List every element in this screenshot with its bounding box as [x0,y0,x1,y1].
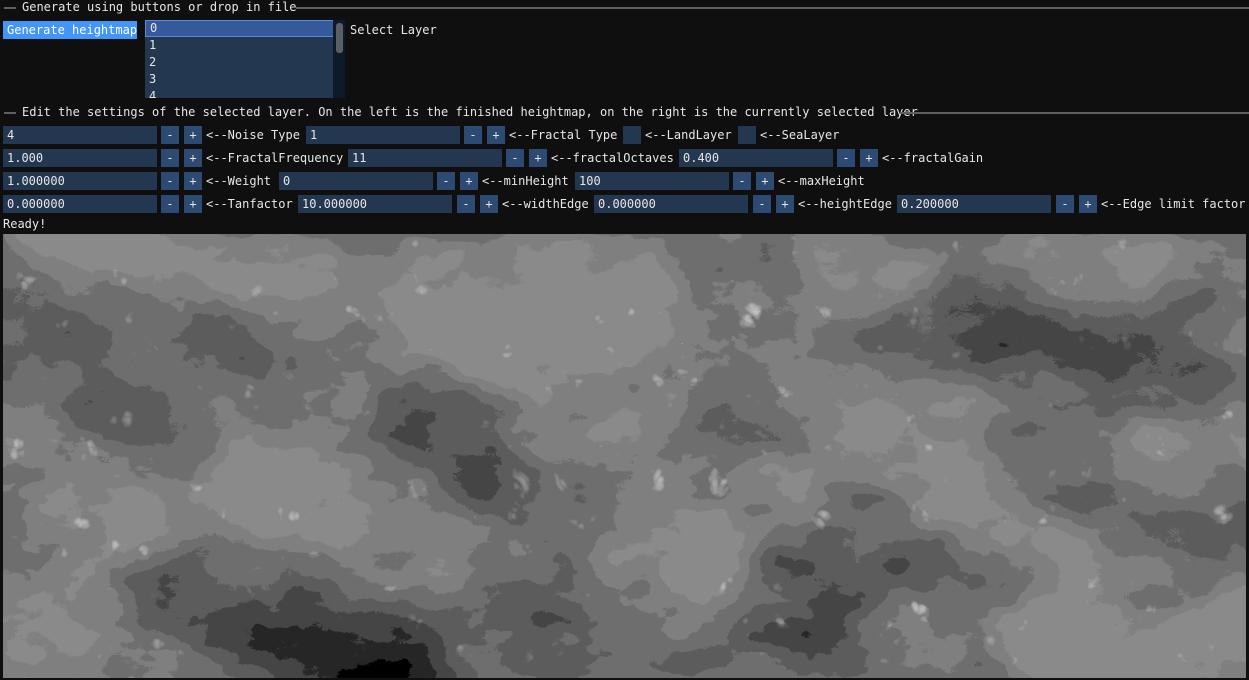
fractal-frequency-label: <--FractalFrequency [206,151,344,165]
edge-limit-factor-label: <--Edge limit factor [1101,197,1246,211]
fractal-type-decrement-button[interactable]: - [464,126,482,144]
edit-section-header: Edit the settings of the selected layer.… [0,105,1249,119]
separator-line [4,112,16,114]
fractal-type-label: <--Fractal Type [509,128,618,142]
heightmap-noise-render [3,234,1246,678]
fractal-frequency-increment-button[interactable]: + [184,149,202,167]
edge-limit-factor-increment-button[interactable]: + [1079,195,1097,213]
scrollbar-thumb[interactable] [336,23,343,53]
noise-type-input[interactable]: 4 [3,126,157,144]
width-edge-increment-button[interactable]: + [480,195,498,213]
separator-line [4,7,16,9]
edge-limit-factor-input[interactable]: 0.200000 [897,195,1051,213]
layer-list-item[interactable]: 4 [145,88,345,98]
fractal-type-increment-button[interactable]: + [487,126,505,144]
edge-limit-factor-decrement-button[interactable]: - [1056,195,1074,213]
generate-section-title: Generate using buttons or drop in file [22,0,297,14]
select-layer-label: Select Layer [350,23,437,37]
weight-input[interactable]: 1.000000 [3,172,157,190]
width-edge-decrement-button[interactable]: - [457,195,475,213]
min-height-input[interactable]: 0 [279,172,433,190]
max-height-input[interactable]: 100 [575,172,729,190]
tanfactor-increment-button[interactable]: + [184,195,202,213]
width-edge-input[interactable]: 10.000000 [298,195,452,213]
weight-increment-button[interactable]: + [184,172,202,190]
weight-decrement-button[interactable]: - [161,172,179,190]
height-edge-increment-button[interactable]: + [776,195,794,213]
fractal-gain-input[interactable]: 0.400 [679,149,833,167]
max-height-decrement-button[interactable]: - [733,172,751,190]
fractal-octaves-increment-button[interactable]: + [529,149,547,167]
fractal-type-input[interactable]: 1 [306,126,460,144]
noise-type-decrement-button[interactable]: - [161,126,179,144]
height-edge-label: <--heightEdge [798,197,892,211]
land-layer-label: <--LandLayer [645,128,732,142]
fractal-frequency-decrement-button[interactable]: - [161,149,179,167]
heightmap-preview-image [3,234,1246,678]
generate-section-header: Generate using buttons or drop in file [0,0,1249,14]
separator-line [900,112,1249,114]
max-height-increment-button[interactable]: + [756,172,774,190]
layer-list-item[interactable]: 1 [145,37,345,54]
separator-line [296,7,1249,9]
layer-listbox[interactable]: 0 1 2 3 4 [145,20,345,98]
fractal-gain-label: <--fractalGain [882,151,984,165]
tanfactor-decrement-button[interactable]: - [161,195,179,213]
layer-list-scrollbar[interactable] [333,20,345,98]
fractal-gain-decrement-button[interactable]: - [837,149,855,167]
edit-section-title: Edit the settings of the selected layer.… [22,105,918,119]
status-text: Ready! [3,217,47,231]
layer-list-item[interactable]: 3 [145,71,345,88]
generate-heightmap-button[interactable]: Generate heightmap [3,21,137,39]
fractal-gain-increment-button[interactable]: + [860,149,878,167]
noise-type-label: <--Noise Type [206,128,300,142]
max-height-label: <--maxHeight [778,174,865,188]
height-edge-input[interactable]: 0.000000 [594,195,748,213]
layer-list-item[interactable]: 0 [145,20,345,37]
sea-layer-checkbox[interactable] [738,126,756,144]
fractal-octaves-decrement-button[interactable]: - [506,149,524,167]
tanfactor-label: <--Tanfactor [206,197,293,211]
layer-list-item[interactable]: 2 [145,54,345,71]
land-layer-checkbox[interactable] [623,126,641,144]
min-height-increment-button[interactable]: + [460,172,478,190]
fractal-frequency-input[interactable]: 1.000 [3,149,157,167]
tanfactor-input[interactable]: 0.000000 [3,195,157,213]
min-height-decrement-button[interactable]: - [437,172,455,190]
fractal-octaves-label: <--fractalOctaves [551,151,674,165]
height-edge-decrement-button[interactable]: - [753,195,771,213]
weight-label: <--Weight [206,174,272,188]
sea-layer-label: <--SeaLayer [760,128,840,142]
noise-type-increment-button[interactable]: + [184,126,202,144]
fractal-octaves-input[interactable]: 11 [348,149,502,167]
min-height-label: <--minHeight [482,174,569,188]
width-edge-label: <--widthEdge [502,197,589,211]
